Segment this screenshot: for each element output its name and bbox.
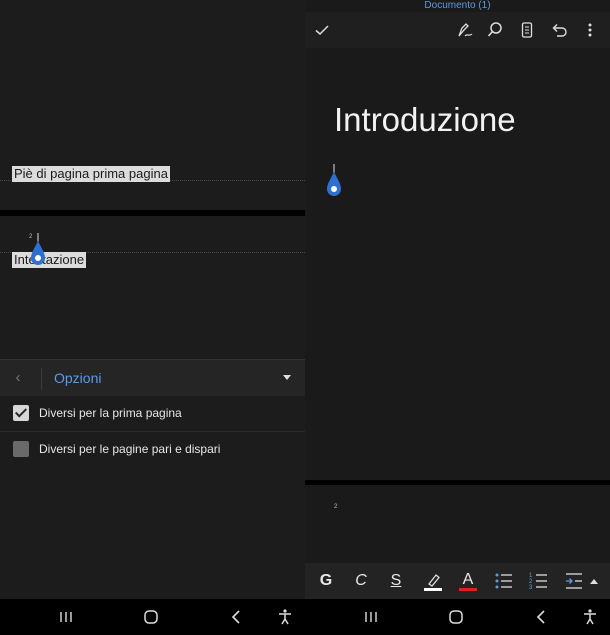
underline-icon[interactable]: S	[385, 570, 407, 592]
more-vertical-icon[interactable]	[581, 21, 599, 39]
first-page-area[interactable]: Piè di pagina prima pagina	[0, 0, 305, 210]
option-label: Diversi per le pagine pari e dispari	[39, 442, 221, 456]
back-icon[interactable]	[533, 608, 551, 626]
home-icon[interactable]	[142, 608, 160, 626]
italic-icon[interactable]: C	[350, 570, 372, 592]
expand-up-icon[interactable]	[588, 570, 600, 592]
option-different-first-page[interactable]: Diversi per la prima pagina	[0, 396, 305, 432]
accessibility-icon[interactable]	[581, 608, 599, 626]
options-divider	[41, 368, 42, 390]
recent-apps-icon[interactable]	[57, 608, 75, 626]
accessibility-icon[interactable]	[276, 608, 294, 626]
font-color-swatch	[459, 588, 477, 591]
home-icon[interactable]	[447, 608, 465, 626]
document-page-2[interactable]: 2	[305, 485, 610, 563]
option-label: Diversi per la prima pagina	[39, 406, 182, 420]
checkbox-checked[interactable]	[13, 405, 29, 421]
bold-icon[interactable]: G	[315, 570, 337, 592]
system-navigation-bar	[0, 599, 610, 635]
cursor-handle-icon[interactable]	[29, 233, 47, 267]
undo-icon[interactable]	[549, 21, 567, 39]
back-icon[interactable]	[228, 608, 246, 626]
mobile-view-icon[interactable]	[518, 21, 536, 39]
cursor-handle-icon[interactable]	[325, 164, 343, 198]
search-icon[interactable]	[486, 21, 504, 39]
top-toolbar	[305, 12, 610, 48]
recent-apps-icon[interactable]	[362, 608, 380, 626]
document-title: Documento (1)	[424, 0, 491, 11]
triangle-down-icon[interactable]	[283, 375, 291, 380]
font-color-label: A	[462, 571, 474, 588]
document-heading[interactable]: Introduzione	[334, 101, 516, 139]
second-page-header-area[interactable]: 2 Intestazione	[0, 216, 305, 359]
chevron-left-icon[interactable]: ‹	[10, 369, 26, 387]
document-page[interactable]: Introduzione	[305, 48, 610, 478]
format-toolbar: G C S A 1 2 3	[305, 563, 610, 599]
highlighter-icon[interactable]	[422, 570, 444, 592]
footer-first-page-label: Piè di pagina prima pagina	[12, 166, 170, 182]
options-header: ‹ Opzioni	[0, 359, 305, 396]
page-number: 2	[334, 504, 338, 510]
header-footer-editor-pane: Piè di pagina prima pagina 2 Intestazion…	[0, 0, 305, 599]
pen-icon[interactable]	[456, 21, 474, 39]
font-color-icon[interactable]: A	[457, 570, 479, 592]
bullet-list-icon[interactable]	[493, 570, 515, 592]
indent-icon[interactable]	[563, 570, 585, 592]
header-label: Intestazione	[12, 252, 87, 268]
option-different-odd-even[interactable]: Diversi per le pagine pari e dispari	[0, 432, 305, 468]
checkbox-unchecked[interactable]	[13, 441, 29, 457]
options-title: Opzioni	[54, 370, 102, 386]
svg-text:3: 3	[529, 585, 533, 591]
check-icon[interactable]	[313, 21, 331, 39]
numbered-list-icon[interactable]: 1 2 3	[528, 570, 550, 592]
document-editor-pane: Documento (1) Introduzione 2 G C S A 1 2…	[305, 0, 610, 599]
